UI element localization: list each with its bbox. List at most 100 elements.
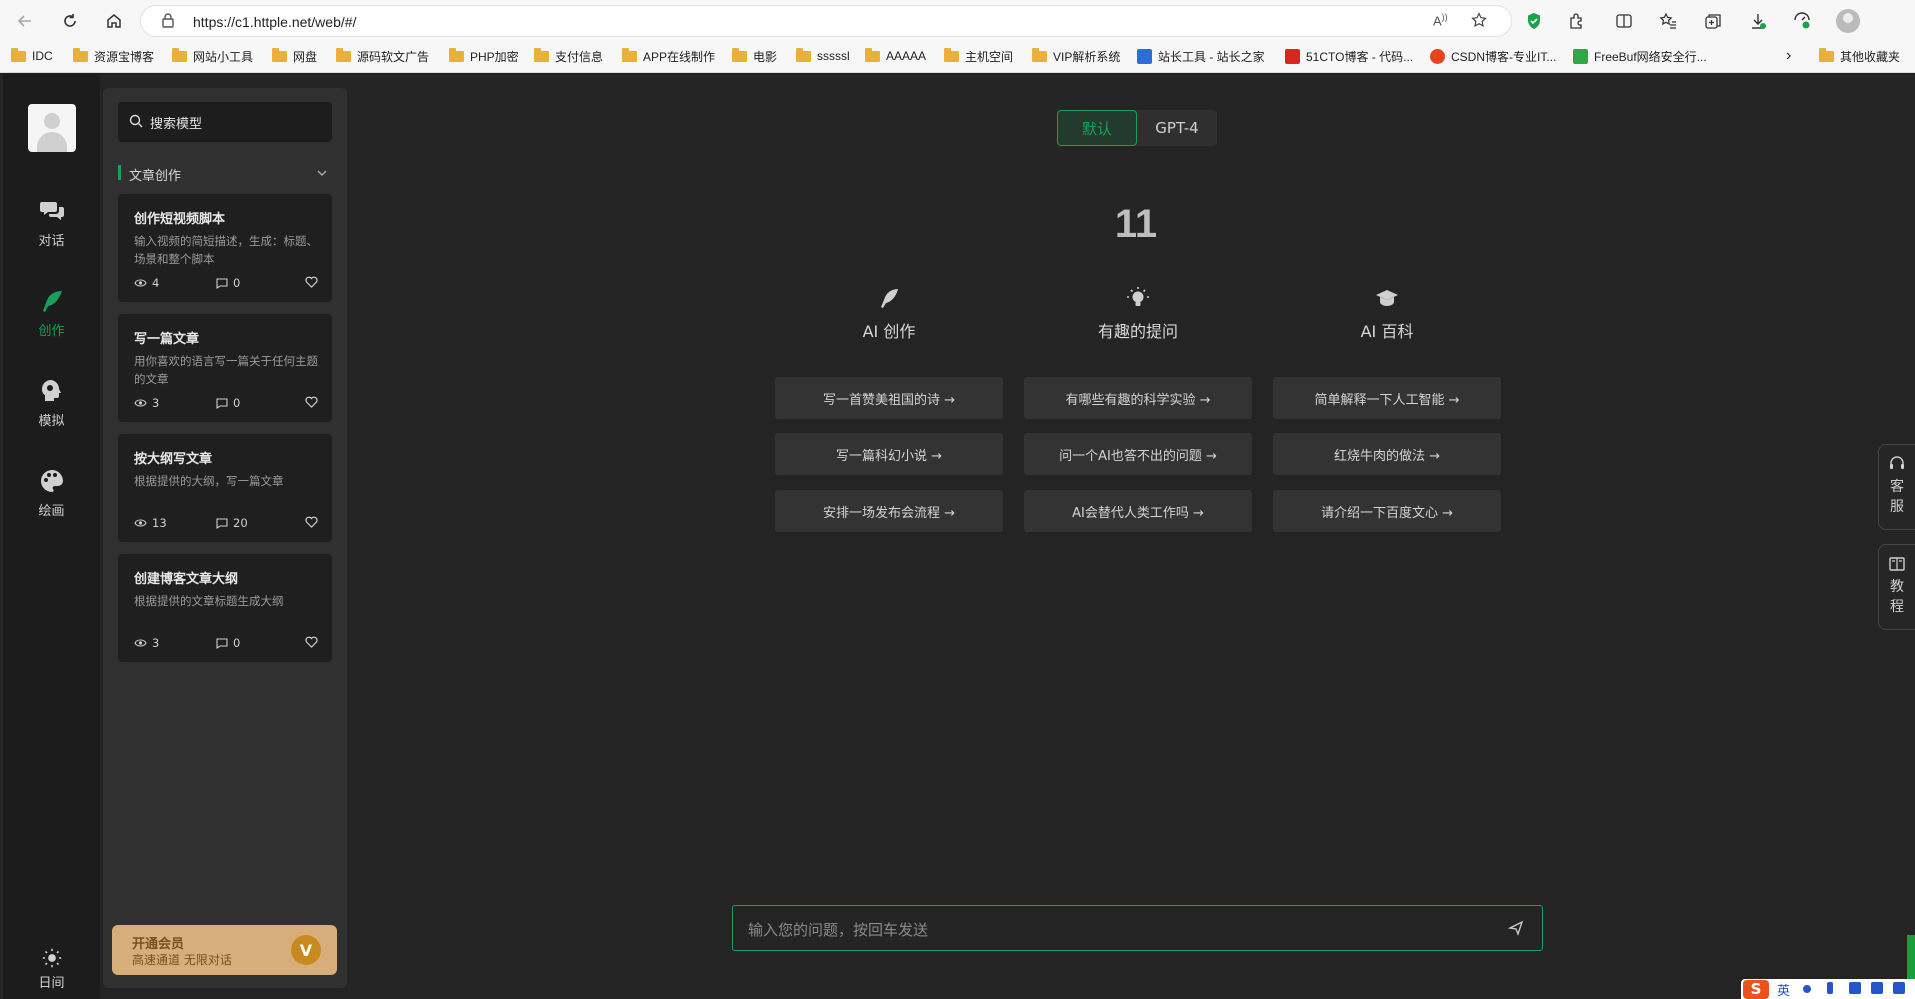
downloads-icon[interactable]: [1746, 9, 1770, 33]
card-description: 根据提供的大纲，写一篇文章: [134, 474, 284, 488]
card-title: 按大纲写文章: [134, 452, 213, 467]
bookmark-folder-other[interactable]: 其他收藏夹: [1819, 46, 1900, 66]
tab-gpt4[interactable]: GPT-4: [1137, 110, 1217, 146]
bookmark-folder[interactable]: 主机空间: [944, 46, 1013, 66]
sogou-logo-icon[interactable]: S: [1743, 980, 1769, 999]
prompt-suggestion[interactable]: 安排一场发布会流程 →: [775, 490, 1003, 532]
shield-icon[interactable]: [1522, 9, 1546, 33]
rail-item-chat[interactable]: 对话: [3, 198, 100, 258]
chat-input[interactable]: 输入您的问题，按回车发送: [732, 905, 1543, 951]
comments-count: 0: [233, 636, 241, 650]
prompt-suggestion[interactable]: 简单解释一下人工智能 →: [1273, 377, 1501, 419]
split-screen-icon[interactable]: [1612, 9, 1636, 33]
category-accent-bar: [118, 165, 121, 180]
address-bar[interactable]: https://c1.httple.net/web/#/ A)): [140, 5, 1512, 37]
bookmark-folder[interactable]: VIP解析系统: [1032, 46, 1120, 66]
refresh-button[interactable]: [57, 8, 83, 34]
performance-icon[interactable]: [1790, 9, 1814, 33]
prompt-suggestion[interactable]: 红烧牛肉的做法 →: [1273, 433, 1501, 475]
ime-language[interactable]: 英: [1777, 980, 1790, 999]
bookmark-folder[interactable]: IDC: [11, 46, 53, 66]
headset-icon: [1890, 456, 1904, 469]
heart-icon[interactable]: [305, 396, 318, 408]
prompt-suggestion[interactable]: 请介绍一下百度文心 →: [1273, 490, 1501, 532]
bookmark-folder[interactable]: AAAAA: [865, 46, 926, 66]
bookmark-link[interactable]: CSDN博客-专业IT...: [1430, 46, 1556, 66]
tab-default[interactable]: 默认: [1057, 110, 1137, 146]
user-avatar[interactable]: [28, 104, 76, 152]
bookmark-link[interactable]: 站长工具 - 站长之家: [1137, 46, 1265, 66]
bookmark-label: APP在线制作: [643, 49, 716, 64]
comments-count: 0: [233, 396, 241, 410]
bookmark-link[interactable]: 51CTO博客 - 代码...: [1285, 46, 1413, 66]
theme-toggle[interactable]: 日间: [3, 948, 100, 999]
prompt-suggestion[interactable]: 问一个AI也答不出的问题 →: [1024, 433, 1252, 475]
card-views: 13: [134, 516, 167, 530]
model-card[interactable]: 创建博客文章大纲 根据提供的文章标题生成大纲 3 0: [118, 554, 332, 662]
profile-avatar[interactable]: [1836, 9, 1860, 33]
model-search-input[interactable]: 搜索模型: [118, 102, 332, 142]
rail-item-paint[interactable]: 绘画: [3, 468, 100, 528]
read-aloud-icon[interactable]: A)): [1433, 12, 1448, 28]
bookmark-folder[interactable]: APP在线制作: [622, 46, 715, 66]
card-description: 用你喜欢的语言写一篇关于任何主题的文章: [134, 354, 318, 386]
bookmark-folder[interactable]: 网盘: [272, 46, 317, 66]
prompt-suggestion[interactable]: AI会替代人类工作吗 →: [1024, 490, 1252, 532]
bookmark-label: 站长工具 - 站长之家: [1158, 49, 1265, 64]
chevron-down-icon: [317, 170, 327, 176]
head-icon: [41, 380, 61, 401]
card-views: 3: [134, 636, 159, 650]
tutorial-tab[interactable]: 教程: [1878, 544, 1915, 630]
palette-icon: [40, 470, 63, 492]
collections-icon[interactable]: [1701, 9, 1725, 33]
bookmark-label: 支付信息: [555, 49, 604, 64]
csdn-icon: [1430, 48, 1445, 64]
category-header[interactable]: 文章创作: [118, 164, 332, 184]
home-button[interactable]: [101, 8, 127, 34]
bookmark-label: IDC: [32, 49, 53, 63]
bookmark-folder[interactable]: 电影: [732, 46, 777, 66]
back-button[interactable]: [12, 8, 38, 34]
bookmark-folder[interactable]: PHP加密: [449, 46, 519, 66]
views-count: 4: [152, 276, 160, 290]
ime-punct-icon[interactable]: [1803, 985, 1811, 993]
favorites-icon[interactable]: [1656, 9, 1680, 33]
ime-skin-icon[interactable]: [1871, 982, 1883, 994]
eye-icon: [134, 519, 147, 527]
bookmark-folder[interactable]: sssssl: [796, 46, 850, 66]
bookmark-folder[interactable]: 网站小工具: [172, 46, 253, 66]
bookmark-label: 资源宝博客: [94, 49, 155, 64]
customer-service-tab[interactable]: 客服: [1878, 444, 1915, 530]
bookmark-folder[interactable]: 源码软文广告: [336, 46, 429, 66]
heart-icon[interactable]: [305, 276, 318, 288]
favorite-star-icon[interactable]: [1471, 12, 1487, 32]
bookmark-link[interactable]: FreeBuf网络安全行...: [1573, 46, 1707, 66]
ime-keyboard-icon[interactable]: [1849, 982, 1861, 994]
column-ai-create: AI 创作: [775, 286, 1003, 342]
prompt-suggestion[interactable]: 写一首赞美祖国的诗 →: [775, 377, 1003, 419]
prompt-suggestion[interactable]: 有哪些有趣的科学实验 →: [1024, 377, 1252, 419]
model-card[interactable]: 创作短视频脚本 输入视频的简短描述，生成：标题、场景和整个脚本 4 0: [118, 194, 332, 302]
folder-icon: [172, 47, 187, 62]
rail-item-simulate[interactable]: 模拟: [3, 378, 100, 438]
send-icon[interactable]: [1508, 920, 1524, 936]
rail-item-label: 对话: [38, 234, 65, 249]
rail-item-create[interactable]: 创作: [3, 288, 100, 348]
bookmark-folder[interactable]: 资源宝博客: [73, 46, 154, 66]
heart-icon[interactable]: [305, 636, 318, 648]
bookmark-folder[interactable]: 支付信息: [534, 46, 603, 66]
prompt-suggestion[interactable]: 写一篇科幻小说 →: [775, 433, 1003, 475]
model-card[interactable]: 写一篇文章 用你喜欢的语言写一篇关于任何主题的文章 3 0: [118, 314, 332, 422]
column-title: AI 百科: [1360, 322, 1414, 341]
left-rail: 对话 创作 模拟 绘画 日间: [3, 74, 100, 999]
ime-mic-icon[interactable]: [1827, 982, 1833, 994]
folder-icon: [11, 47, 26, 62]
model-panel: 搜索模型 文章创作 创作短视频脚本 输入视频的简短描述，生成：标题、场景和整个脚…: [103, 88, 347, 988]
heart-icon[interactable]: [305, 516, 318, 528]
bookmarks-more-button[interactable]: ›: [1786, 46, 1791, 66]
extensions-icon[interactable]: [1565, 9, 1589, 33]
bookmark-label: 网站小工具: [193, 49, 254, 64]
ime-menu-icon[interactable]: [1893, 982, 1905, 994]
model-card[interactable]: 按大纲写文章 根据提供的大纲，写一篇文章 13 20: [118, 434, 332, 542]
vip-upgrade-button[interactable]: 开通会员 高速通道 无限对话 V: [112, 925, 337, 975]
